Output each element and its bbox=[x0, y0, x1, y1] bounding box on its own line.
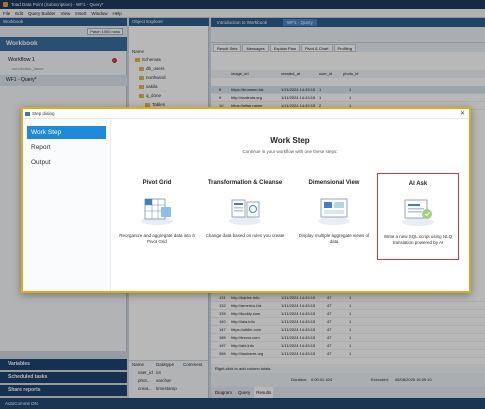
card-description: Reorganize and aggregate data into a Piv… bbox=[119, 233, 195, 244]
nav-report[interactable]: Report bbox=[27, 141, 106, 154]
dialog-nav: Work Step Report Output bbox=[23, 119, 111, 291]
dialog-title: Step dialog bbox=[32, 111, 55, 116]
card-title: Pivot Grid bbox=[142, 180, 172, 186]
pivot-grid-icon bbox=[141, 198, 173, 225]
step-dialog: Step dialog ✕ Work Step Report Output Wo… bbox=[21, 107, 471, 293]
work-step-heading: Work Step bbox=[270, 136, 310, 145]
card-title: Transformation & Cleanse bbox=[207, 180, 283, 186]
dialog-icon bbox=[25, 112, 30, 116]
nav-work-step[interactable]: Work Step bbox=[27, 126, 106, 139]
card-description: Display multiple aggregate views of data bbox=[298, 233, 370, 244]
card-transformation-cleanse[interactable]: Transformation & Cleanse Change data bas… bbox=[201, 173, 289, 260]
nav-output[interactable]: Output bbox=[27, 156, 106, 169]
card-dimensional-view[interactable]: Dimensional View Display multiple aggreg… bbox=[293, 173, 375, 260]
work-step-subheading: Continue in your workflow with one these… bbox=[242, 149, 338, 154]
close-icon[interactable]: ✕ bbox=[460, 109, 465, 119]
card-title: Dimensional View bbox=[308, 180, 360, 186]
card-pivot-grid[interactable]: Pivot Grid Reorganize and aggregate data… bbox=[116, 173, 198, 260]
dialog-title-bar: Step dialog ✕ bbox=[23, 109, 469, 119]
card-description: Write a new SQL script using NLQ transla… bbox=[383, 234, 453, 245]
transformation-icon bbox=[229, 199, 261, 225]
card-description: Change data based on rules you create bbox=[205, 233, 285, 238]
ai-ask-icon bbox=[402, 199, 434, 226]
dimensional-view-icon bbox=[318, 198, 350, 225]
card-title: AI Ask bbox=[408, 181, 428, 187]
card-ai-ask[interactable]: AI Ask Write a new SQL script using NLQ … bbox=[377, 173, 459, 260]
